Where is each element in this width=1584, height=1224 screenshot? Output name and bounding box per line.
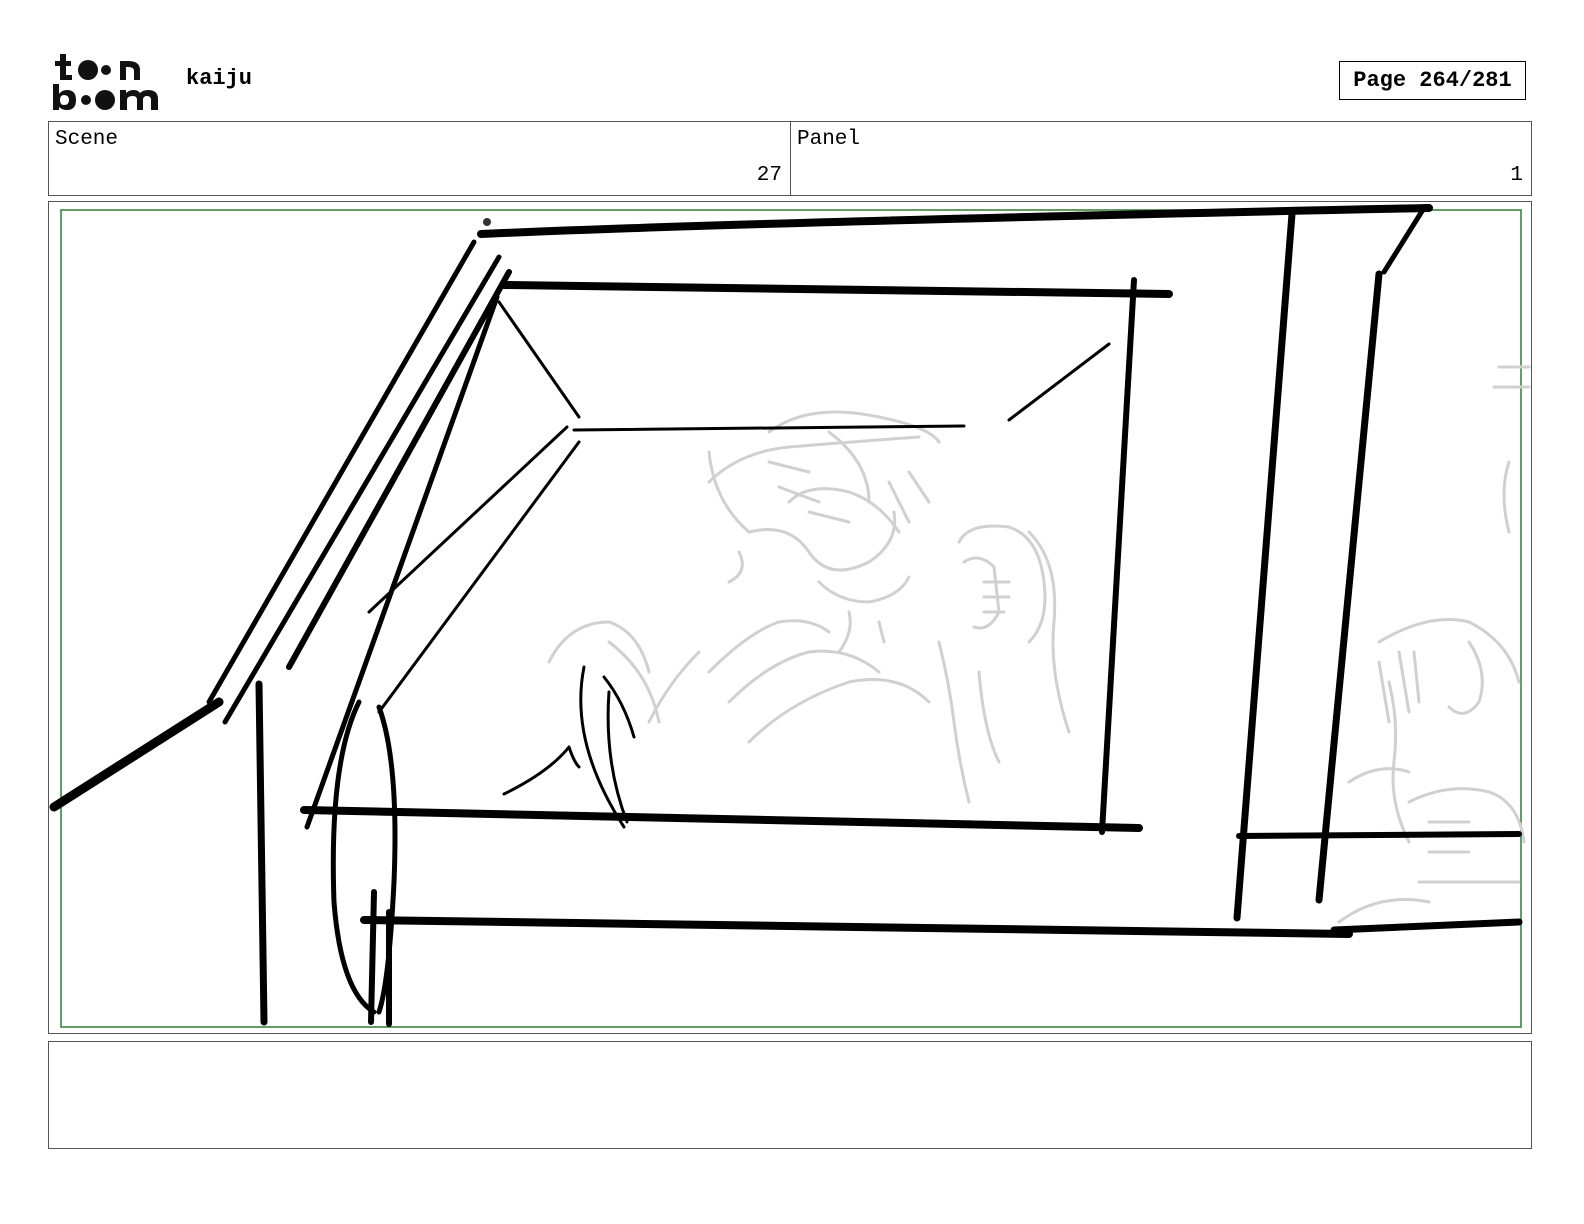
scene-panel-info: Scene 27 Panel 1 bbox=[48, 121, 1532, 196]
panel-cell: Panel 1 bbox=[791, 122, 1531, 195]
notes-box bbox=[48, 1041, 1532, 1149]
scene-label: Scene bbox=[55, 128, 119, 151]
safe-area-border bbox=[60, 209, 1522, 1028]
toonboom-logo bbox=[50, 50, 165, 112]
sketch-drawing bbox=[49, 204, 1531, 1028]
page-number: Page 264/281 bbox=[1339, 61, 1526, 100]
rough-sketch-layer bbox=[547, 365, 1531, 924]
ink-sketch-layer bbox=[49, 204, 1523, 1027]
project-title: kaiju bbox=[186, 66, 253, 91]
panel-label: Panel bbox=[797, 128, 861, 151]
scene-cell: Scene 27 bbox=[49, 122, 791, 195]
panel-number: 1 bbox=[1510, 164, 1523, 187]
storyboard-frame bbox=[48, 201, 1532, 1034]
scene-number: 27 bbox=[756, 164, 782, 187]
